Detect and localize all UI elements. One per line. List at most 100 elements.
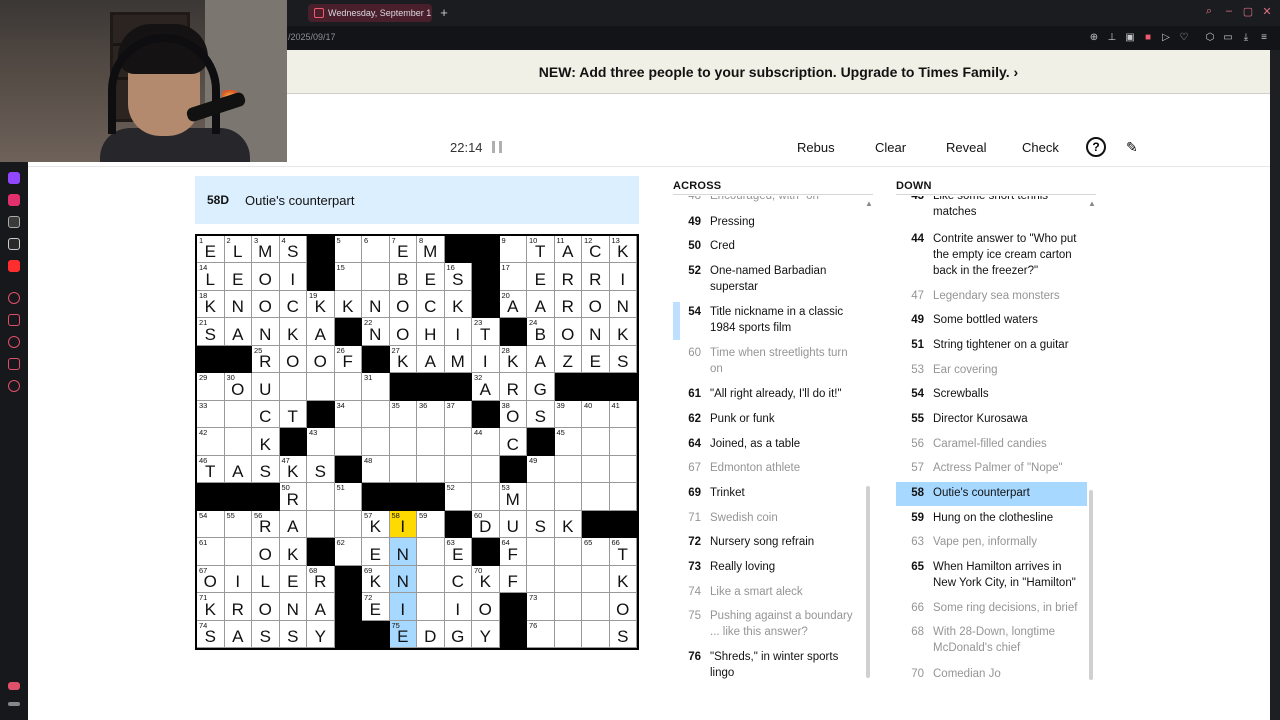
grid-cell[interactable] [554,620,582,648]
grid-cell[interactable] [224,538,252,566]
clue-item[interactable]: 53 Ear covering [896,362,1087,378]
grid-cell[interactable]: S [527,510,555,539]
grid-cell[interactable]: 16 S [444,263,472,291]
grid-cell[interactable]: N [582,318,610,346]
grid-cell[interactable] [582,455,610,484]
grid-cell[interactable]: 4S [279,236,307,264]
clue-item[interactable]: 49 Some bottled waters [896,312,1087,328]
grid-cell[interactable]: O [252,538,280,566]
grid-cell[interactable] [279,373,307,401]
grid-cell[interactable] [609,483,637,511]
grid-cell[interactable]: 18 K [197,290,225,319]
grid-cell[interactable]: 75 E [389,620,417,648]
grid-cell[interactable]: 53 M [499,483,527,511]
clue-item[interactable]: 71 Swedish coin [673,510,868,526]
grid-cell[interactable]: N [389,565,417,594]
grid-cell[interactable]: 49 [527,455,555,484]
grid-cell[interactable] [582,620,610,648]
grid-cell[interactable]: A [224,318,252,346]
grid-cell[interactable]: 38 O [499,400,527,429]
grid-cell[interactable]: 47 K [279,455,307,484]
grid-cell[interactable] [334,428,362,456]
player-icon[interactable] [8,292,20,304]
clue-item[interactable]: 52 One-named Barbadian superstar [673,263,868,295]
grid-cell[interactable]: Y [307,620,335,648]
clue-item[interactable]: 44 Contrite answer to "Who put the empty … [896,231,1087,279]
crossword-grid[interactable]: 1 E 2 L 3 M 4 S 5 6 7 E 8 M 9 10 T 11 A 12 C 13 K 14 L E O I 15 B E 16 S… [195,234,639,650]
wallet-icon[interactable]: ▭ [1222,32,1234,44]
grid-cell[interactable]: G [444,620,472,648]
grid-cell[interactable] [444,455,472,484]
grid-cell[interactable]: M [444,345,472,374]
grid-cell[interactable]: Y [472,620,500,648]
grid-cell[interactable]: 19 K [307,290,335,319]
grid-cell[interactable]: 7E [389,236,417,264]
grid-cell[interactable]: U [499,510,527,539]
grid-cell[interactable]: 6 [362,236,390,264]
grid-cell[interactable]: Z [554,345,582,374]
grid-cell[interactable]: I [444,318,472,346]
clue-item[interactable]: 51 String tightener on a guitar [896,337,1087,353]
check-button[interactable]: Check [1022,140,1059,155]
grid-cell[interactable]: 10 T [527,236,555,264]
down-clue-list[interactable]: 43 Like some short tennis matches 44 Contri… [896,196,1087,686]
grid-cell[interactable]: I [472,345,500,374]
grid-cell[interactable]: 37 [444,400,472,429]
grid-cell[interactable]: 72 E [362,593,390,621]
grid-cell[interactable] [389,428,417,456]
grid-cell[interactable]: 12 C [582,236,610,264]
across-clue-list[interactable]: 48 Encouraged, with "on" 49 Pressing 50 Cred 5… [673,196,868,686]
grid-cell[interactable]: O [252,290,280,319]
pause-icon[interactable] [492,141,502,153]
grid-cell[interactable] [582,428,610,456]
clue-item[interactable]: 75 Pushing against a boundary ... like th… [673,608,868,640]
clue-item[interactable]: 57 Actress Palmer of "Nope" [896,460,1087,476]
grid-cell[interactable]: C [417,290,445,319]
grid-cell[interactable] [582,565,610,594]
grid-cell[interactable]: 71 K [197,593,225,621]
grid-cell[interactable]: B [389,263,417,291]
grid-cell[interactable]: A [527,345,555,374]
grid-cell[interactable]: D [417,620,445,648]
grid-cell[interactable]: 63 E [444,538,472,566]
grid-cell[interactable]: O [389,318,417,346]
grid-cell[interactable] [609,428,637,456]
clue-item[interactable]: 68 With 28-Down, longtime McDonald's chie… [896,624,1087,656]
grid-cell[interactable]: 8M [417,236,445,264]
grid-cell[interactable]: 65 [582,538,610,566]
grid-cell[interactable]: A [224,620,252,648]
grid-cell[interactable]: 76 [527,620,555,648]
grid-cell[interactable]: L [252,565,280,594]
clue-item[interactable]: 62 Punk or funk [673,411,868,427]
screenshot-icon[interactable]: ▣ [1124,32,1136,44]
rebus-button[interactable]: Rebus [797,140,835,155]
grid-cell[interactable]: 20 A [499,290,527,319]
grid-cell[interactable]: 39 [554,400,582,429]
grid-cell[interactable]: N [362,290,390,319]
grid-cell[interactable]: 22 N [362,318,390,346]
grid-cell[interactable]: H [417,318,445,346]
grid-cell[interactable]: 31 [362,373,390,401]
youtube-icon[interactable] [8,260,20,272]
grid-cell[interactable]: K [554,510,582,539]
grid-cell[interactable]: I [609,263,637,291]
clue-item[interactable]: 66 Some ring decisions, in brief [896,600,1087,616]
grid-cell[interactable]: 74 S [197,620,225,648]
settings-icon[interactable] [8,380,20,392]
grid-cell[interactable]: I [389,593,417,621]
grid-cell[interactable]: K [334,290,362,319]
clue-item[interactable]: 73 Really loving [673,559,868,575]
grid-cell[interactable]: 66 T [609,538,637,566]
grid-cell[interactable]: 15 [334,263,362,291]
close-icon[interactable]: ✕ [1259,5,1275,18]
grid-cell[interactable]: A [307,318,335,346]
clue-item[interactable]: 55 Director Kurosawa [896,411,1087,427]
clear-button[interactable]: Clear [875,140,906,155]
pencil-icon[interactable]: ✎ [1126,139,1142,155]
help-icon[interactable]: ? [1086,137,1106,157]
grid-cell[interactable]: R [224,593,252,621]
grid-cell[interactable]: R [582,263,610,291]
heart-icon[interactable]: ♡ [1178,32,1190,44]
clue-item[interactable]: 74 Like a smart aleck [673,584,868,600]
grid-cell[interactable]: O [472,593,500,621]
